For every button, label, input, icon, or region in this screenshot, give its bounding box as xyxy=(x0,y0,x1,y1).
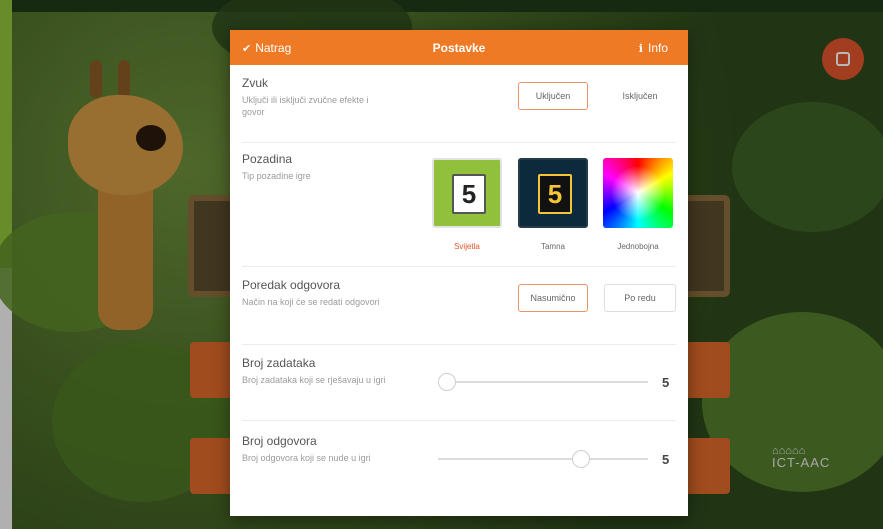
info-icon: ℹ xyxy=(638,42,643,55)
theme-dark-label: Tamna xyxy=(540,242,565,251)
answer-order-section: Poredak odgovora Način na koji će se red… xyxy=(242,278,676,345)
theme-dark-option[interactable]: 5 xyxy=(518,158,588,228)
info-button-label: Info xyxy=(647,41,668,55)
sound-description: Uključi ili isključi zvučne efekte i gov… xyxy=(242,95,369,117)
theme-color-option[interactable] xyxy=(603,158,673,228)
answer-count-title: Broj odgovora xyxy=(242,434,317,448)
background-description: Tip pozadine igre xyxy=(242,171,311,181)
dialog-title: Postavke xyxy=(432,41,486,55)
sound-on-button[interactable]: Uključen xyxy=(518,82,588,110)
theme-light-option[interactable]: 5 xyxy=(432,158,502,228)
theme-color-label: Jednobojna xyxy=(617,242,659,251)
sound-off-button[interactable]: Isključen xyxy=(604,82,676,110)
sound-section: Zvuk Uključi ili isključi zvučne efekte … xyxy=(242,76,676,143)
task-count-title: Broj zadataka xyxy=(242,356,316,370)
info-button[interactable]: ℹ Info xyxy=(639,41,668,55)
answer-order-description: Način na koji će se redati odgovori xyxy=(242,297,380,307)
answer-count-description: Broj odgovora koji se nude u igri xyxy=(242,453,371,463)
task-count-section: Broj zadataka Broj zadataka koji se rješ… xyxy=(242,356,676,421)
settings-dialog: ✔ Natrag Postavke ℹ Info Zvuk Uključi il… xyxy=(230,30,688,516)
task-count-slider-track[interactable] xyxy=(438,381,648,383)
answer-order-title: Poredak odgovora xyxy=(242,278,341,292)
background-title: Pozadina xyxy=(242,152,293,166)
answer-count-slider-track[interactable] xyxy=(438,458,648,460)
answer-count-section: Broj odgovora Broj odgovora koji se nude… xyxy=(242,434,676,506)
answer-count-slider-thumb[interactable] xyxy=(572,450,591,468)
order-sequential-button[interactable]: Po redu xyxy=(604,284,676,312)
task-count-value: 5 xyxy=(662,375,670,390)
task-count-slider-thumb[interactable] xyxy=(438,373,456,391)
sound-title: Zvuk xyxy=(242,76,269,90)
background-section: Pozadina Tip pozadine igre 5 Svijetla 5 … xyxy=(242,152,676,267)
task-count-description: Broj zadataka koji se rješavaju u igri xyxy=(242,375,386,385)
dark-theme-icon: 5 xyxy=(538,174,572,214)
order-random-button[interactable]: Nasumično xyxy=(518,284,588,312)
light-theme-icon: 5 xyxy=(452,174,486,214)
answer-count-value: 5 xyxy=(662,452,670,467)
dialog-header: ✔ Natrag Postavke ℹ Info xyxy=(230,30,688,65)
theme-light-label: Svijetla xyxy=(454,242,480,251)
